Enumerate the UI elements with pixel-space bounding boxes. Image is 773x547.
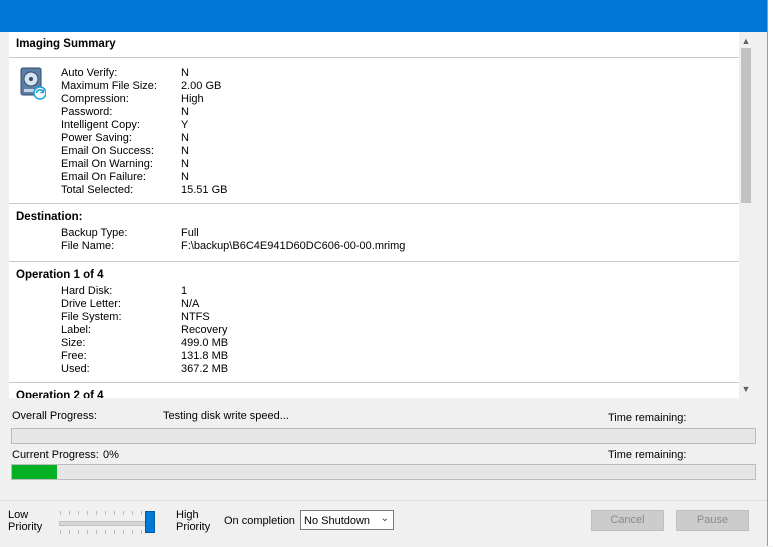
row-value: 499.0 MB [181,337,229,349]
priority-slider[interactable] [59,521,151,526]
vertical-scrollbar[interactable]: ▲ ▼ [739,32,753,398]
row-label: Email On Warning: [61,158,153,170]
destination-title: Destination: [16,211,83,223]
row-label: Drive Letter: [61,298,121,310]
summary-row: Compression: High [61,93,701,106]
priority-slider-thumb[interactable] [145,511,155,533]
row-label: Compression: [61,93,129,105]
current-progress-label: Current Progress: [12,449,99,461]
summary-row: Label: Recovery [61,324,701,337]
row-label: Intelligent Copy: [61,119,140,131]
divider [9,57,739,58]
row-label: Power Saving: [61,132,132,144]
row-label: File Name: [61,240,115,252]
summary-row: Backup Type: Full [61,227,701,240]
summary-row: Intelligent Copy: Y [61,119,701,132]
row-label: Used: [61,363,90,375]
summary-row: Size: 499.0 MB [61,337,701,350]
row-value: N [181,67,189,79]
overall-progress-status: Testing disk write speed... [163,410,289,422]
row-label: Auto Verify: [61,67,118,79]
row-value: N [181,145,189,157]
overall-progress-label: Overall Progress: [12,410,97,422]
cancel-button[interactable]: Cancel [591,510,664,531]
row-label: Label: [61,324,91,336]
high-priority-line: High [176,509,199,521]
summary-row: Total Selected: 15.51 GB [61,184,701,197]
chevron-down-icon: ⌄ [380,513,389,524]
row-value: NTFS [181,311,210,323]
current-progress-bar [11,464,756,480]
slider-ticks [60,511,150,515]
summary-row: Auto Verify: N [61,67,701,80]
summary-row: File Name: F:\backup\B6C4E941D60DC606-00-… [61,240,701,253]
low-priority-label: Low Priority [8,509,42,533]
summary-row: Hard Disk: 1 [61,285,701,298]
on-completion-select[interactable]: No Shutdown ⌄ [300,510,394,530]
row-label: Free: [61,350,87,362]
footer-bar: Low Priority High Priority On completion… [0,500,767,547]
row-value: N [181,132,189,144]
overall-progress-bar [11,428,756,444]
row-value: Y [181,119,189,131]
row-value: Recovery [181,324,228,336]
divider [9,382,739,383]
slider-ticks [60,530,150,534]
summary-row: Power Saving: N [61,132,701,145]
overall-time-remaining-label: Time remaining: [608,412,687,424]
low-priority-line: Low [8,509,29,521]
on-completion-value: No Shutdown [304,515,371,527]
hard-disk-icon [20,67,46,100]
summary-row: Email On Failure: N [61,171,701,184]
row-label: Password: [61,106,113,118]
row-value: 2.00 GB [181,80,222,92]
summary-row: Used: 367.2 MB [61,363,701,376]
row-value: N/A [181,298,200,310]
high-priority-label: High Priority [176,509,210,533]
scroll-down-icon[interactable]: ▼ [739,382,753,396]
row-value: N [181,106,189,118]
row-value: Full [181,227,199,239]
pause-button[interactable]: Pause [676,510,749,531]
row-value: 1 [181,285,188,297]
scroll-up-icon[interactable]: ▲ [739,34,753,48]
high-priority-line: Priority [176,521,211,533]
low-priority-line: Priority [8,521,43,533]
title-bar [0,0,767,32]
background-window-edge [767,0,773,546]
row-value: N [181,158,189,170]
summary-row: Drive Letter: N/A [61,298,701,311]
summary-row: Free: 131.8 MB [61,350,701,363]
summary-row: File System: NTFS [61,311,701,324]
current-progress-percent: 0% [103,449,119,461]
row-label: Total Selected: [61,184,134,196]
row-label: Maximum File Size: [61,80,157,92]
row-label: Email On Success: [61,145,154,157]
operation-1-title: Operation 1 of 4 [16,269,104,281]
row-label: File System: [61,311,122,323]
row-value: 15.51 GB [181,184,228,196]
row-label: Backup Type: [61,227,128,239]
row-label: Size: [61,337,86,349]
row-value: N [181,171,189,183]
current-progress-fill [12,465,57,479]
operation-2-title: Operation 2 of 4 [16,390,104,398]
on-completion-label: On completion [224,515,295,527]
row-value: High [181,93,204,105]
row-value: F:\backup\B6C4E941D60DC606-00-00.mrimg [181,240,406,252]
row-value: 131.8 MB [181,350,229,362]
row-label: Email On Failure: [61,171,146,183]
divider [9,261,739,262]
summary-row: Password: N [61,106,701,119]
summary-row: Maximum File Size: 2.00 GB [61,80,701,93]
scrollbar-thumb[interactable] [741,48,751,203]
summary-panel: Imaging Summary Auto Verify: N Maximum Fi… [9,32,753,398]
divider [9,203,739,204]
summary-row: Email On Success: N [61,145,701,158]
summary-row: Email On Warning: N [61,158,701,171]
row-value: 367.2 MB [181,363,229,375]
current-time-remaining-label: Time remaining: [608,449,687,461]
imaging-summary-title: Imaging Summary [16,38,116,50]
row-label: Hard Disk: [61,285,113,297]
